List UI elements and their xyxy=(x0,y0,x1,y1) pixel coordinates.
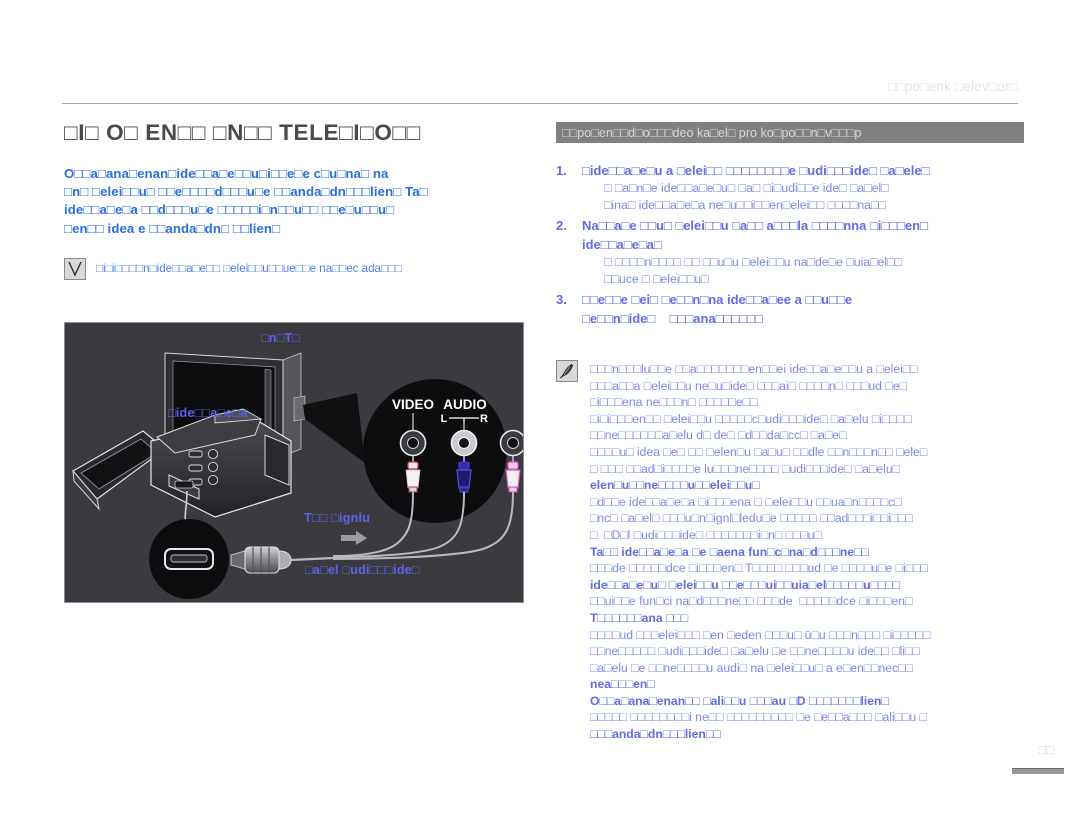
left-note-text: □i□i□□□□n□ide□□a□e□□ □elei□□u□□ue□□e na□… xyxy=(96,262,403,275)
diagram-label-camcorder: □ide□□a□e□a xyxy=(168,406,248,420)
diagram-label-av-cable: □a□el □udi□□□ide□ xyxy=(305,563,420,577)
note-line: □□ui□□e fun□ci na□d□□□ne□□ □□□de □□□□□dc… xyxy=(590,594,913,609)
header-divider xyxy=(62,103,1018,104)
note-line: □□ne□□□□□□a□elu d□ de□ □d□□da□cc□ □a□e□ xyxy=(590,428,847,443)
rca-plug-audio-left xyxy=(456,461,472,493)
note-line: □ □□□ □□ad□i□□□□e lu□□□ne□□□□ □udi□□□ide… xyxy=(590,461,900,476)
audio-right-label: R xyxy=(480,413,488,425)
diagram-label-tv: □n□T□ xyxy=(261,331,301,345)
step-text: Na□□a□e □□u□ □elei□□u □a□□ a□□□la □□□□nn… xyxy=(582,218,928,252)
note-line: □nc□ □a□el□ □□□u□n□ignl□ledu□e □□□□□ □□a… xyxy=(590,511,913,526)
audio-label: AUDIO xyxy=(443,397,487,412)
signal-flow-arrow-icon xyxy=(341,531,367,545)
audio-left-label: L xyxy=(441,413,448,425)
notes-body: □□□n□□□lu□□e □□a□□□□□□□en□□ei ide□□a□e□□… xyxy=(590,360,1080,743)
note-line: □i□□□ena ne□□□n□ □□□□□e□□ xyxy=(590,395,758,410)
note-line: □□□□□ □□□□□□□□i ne□□ □□□□□□□□□ □e □e□□a□… xyxy=(590,710,927,725)
page-title: □I□ O□ EN□□ □N□□ TELE□I□O□□ xyxy=(64,120,421,145)
note-line: □d□□e ide□□a□e□a □i□□□ena □ □elei□□u □□u… xyxy=(590,494,902,509)
note-line: □□□□ud □□□elei□□□ □en □eden □□□u□ ū□u □□… xyxy=(590,627,931,642)
right-note-block: □□□n□□□lu□□e □□a□□□□□□□en□□ei ide□□a□e□□… xyxy=(556,360,1080,743)
right-column: □□po□en□□d□o□□□deo ka□el□ pro ko□po□□n□v… xyxy=(556,122,1080,331)
rca-plug-audio-right xyxy=(505,461,521,493)
note-line: □a□elu □e □□ne□□□□u audi□ na □elei□□u□ a… xyxy=(590,660,913,675)
diagram-svg: VIDEO AUDIO L R xyxy=(72,352,523,599)
note-line: elen□u□□ne□□□□u□□elei□□u□ xyxy=(590,478,760,493)
note-line: □□□n□□□lu□□e □□a□□□□□□□en□□ei ide□□a□e□□… xyxy=(590,362,918,376)
section-heading-band: □□po□en□□d□o□□□deo ka□el□ pro ko□po□□n□v… xyxy=(556,122,1024,143)
note-line: □□□anda□dn□□□lien□□ xyxy=(590,727,721,742)
note-line: O□□a□ana□enan□□ □ali□□u □□□au □D □□□□□□□… xyxy=(590,693,889,708)
page-number: □□ xyxy=(1038,742,1054,757)
rca-plug-video xyxy=(405,461,421,493)
list-item: 3. □□e□□e □ei□ □e□□n□na ide□□a□ee a □□u□… xyxy=(556,291,1080,328)
running-header: □□po□enk □elev□or□ xyxy=(62,78,1018,96)
note-line: □i□i□□□en□□ □elei□□u □□□□□c□udi□□□ide□ □… xyxy=(590,411,912,426)
left-column: O□□a□ana□enan□ide□□a□e□□u□i□□e□e c□u□na□… xyxy=(64,165,534,238)
note-line: nea□□□en□ xyxy=(590,677,655,692)
list-item: 2. Na□□a□e □□u□ □elei□□u □a□□ a□□□la □□□… xyxy=(556,217,1080,288)
step-subtext: □ □□□□n□□□□ □□ □□u□u □elei□□u na□de□e □u… xyxy=(604,255,903,270)
running-header-text: □□po□enk □elev□or□ xyxy=(888,79,1018,94)
connection-diagram: VIDEO AUDIO L R □n□T□ □ide□□a□e□a T□□ □i… xyxy=(64,322,524,603)
note-line: □□□de □□□□□dce □i□□□en□ T□□□□ □□□ud □e □… xyxy=(590,561,928,576)
section-heading-text: □□po□en□□d□o□□□deo ka□el□ pro ko□po□□n□v… xyxy=(562,125,862,140)
jack-panel-callout: VIDEO AUDIO L R xyxy=(363,379,523,523)
list-item: 1. □ide□□a□e□u a □elei□□ □□□□□□□□e □udi□… xyxy=(556,162,1080,214)
step-number: 2. xyxy=(556,218,567,234)
step-subtext: □ina□ ide□□a□e□a ne□u□□i□□en□elei□□ □□□□… xyxy=(604,198,886,213)
camcorder-jack-callout xyxy=(149,519,229,599)
note-line: □□□a□□a □elei□□u ne□u□ide□ □□□ai□ □□□□n□… xyxy=(590,378,907,393)
steps-list: 1. □ide□□a□e□u a □elei□□ □□□□□□□□e □udi□… xyxy=(556,162,1080,328)
step-number: 3. xyxy=(556,292,567,308)
note-line: ide□□a□e□u□ □elei□□u □□e□□□ui□□uia□el□□□… xyxy=(590,577,901,592)
intro-paragraph: O□□a□ana□enan□ide□□a□e□□u□i□□e□e c□u□na□… xyxy=(64,166,428,236)
note-line: □□ne□□□□□ □udi□□□ide□ □a□elu □e □□ne□□□□… xyxy=(590,644,920,659)
note-line: □□□□u□ idea □e□ □□ □elen□u □a□u□ □□dle □… xyxy=(590,444,928,459)
check-icon xyxy=(64,258,86,280)
left-note-block: □i□i□□□□n□ide□□a□e□□ □elei□□u□□ue□□e na□… xyxy=(64,258,534,280)
note-line: □ □D□l □udi□□□ide□ □□□□□□□i□n□ □□□u□ xyxy=(590,527,822,542)
note-line: T□□□□□□ana □□□ xyxy=(590,610,689,625)
step-text: □□e□□e □ei□ □e□□n□na ide□□a□ee a □□u□□e … xyxy=(582,292,853,326)
diagram-label-signal-flow: T□□ □ignlu xyxy=(304,511,371,525)
video-label: VIDEO xyxy=(392,397,434,412)
page-number-rule xyxy=(1012,768,1064,774)
note-line: Ta□□ ide□□a□e□a □e □aena fun□c□na□d□□□ne… xyxy=(590,544,869,559)
step-subtext: □□uce □ □elei□□u□ xyxy=(604,272,709,287)
step-number: 1. xyxy=(556,163,567,178)
step-text: □ide□□a□e□u a □elei□□ □□□□□□□□e □udi□□□i… xyxy=(582,163,930,178)
pencil-icon xyxy=(556,360,578,382)
step-subtext: □ □a□n□e ide□□a□e□u□ □a□ □i□udi□□e ide□ … xyxy=(604,181,889,196)
